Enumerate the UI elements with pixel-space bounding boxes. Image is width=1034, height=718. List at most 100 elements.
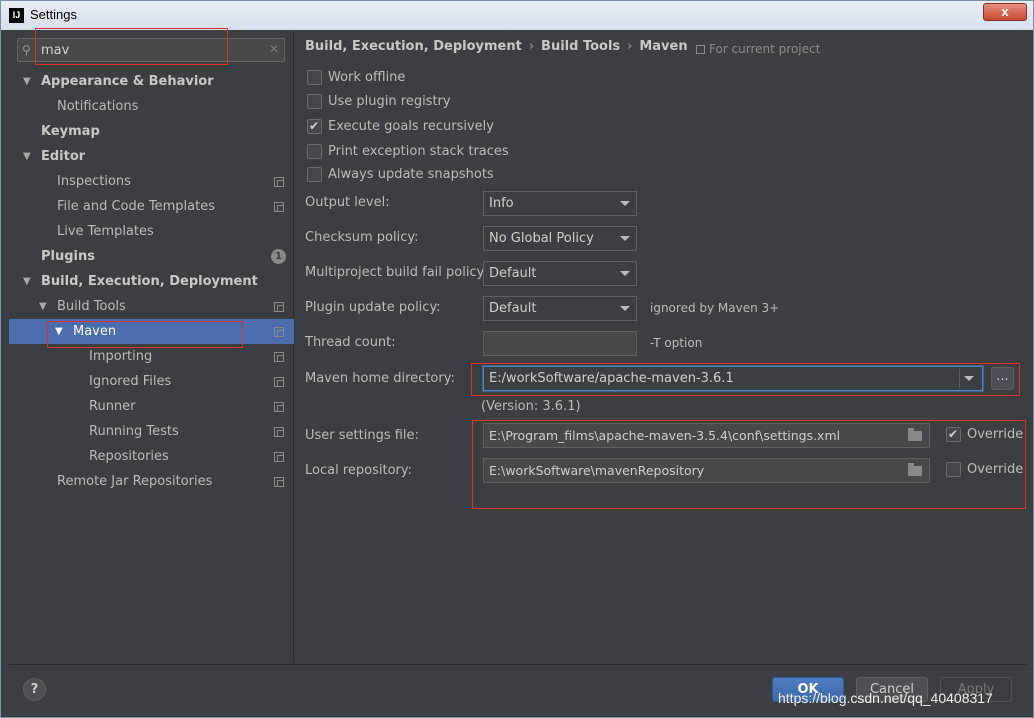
checkbox-icon bbox=[307, 167, 322, 182]
tree-item-runner[interactable]: Runner bbox=[9, 394, 294, 419]
scope-note-text: For current project bbox=[709, 42, 821, 56]
tree-item-editor[interactable]: ▼ Editor bbox=[9, 144, 294, 169]
checkbox-label: Use plugin registry bbox=[328, 94, 451, 109]
output-level-label: Output level: bbox=[305, 195, 390, 210]
tree-item-running-tests[interactable]: Running Tests bbox=[9, 419, 294, 444]
expand-arrow-icon[interactable]: ▼ bbox=[39, 294, 47, 319]
breadcrumb: Build, Execution, Deployment › Build Tools… bbox=[305, 39, 688, 54]
thread-count-hint: -T option bbox=[650, 336, 703, 350]
tree-item-label: Plugins bbox=[41, 249, 95, 264]
user-settings-label: User settings file: bbox=[305, 428, 419, 443]
update-count-badge: 1 bbox=[271, 249, 286, 264]
tree-item-file-and-code-templates[interactable]: File and Code Templates bbox=[9, 194, 294, 219]
checkbox-icon bbox=[307, 118, 322, 134]
tree-item-label: Keymap bbox=[41, 124, 100, 139]
scope-note: For current project bbox=[696, 42, 820, 56]
close-button[interactable]: x bbox=[983, 3, 1027, 21]
chevron-right-icon: › bbox=[528, 39, 535, 54]
checkbox-icon bbox=[307, 70, 322, 85]
intellij-logo-icon: IJ bbox=[9, 8, 24, 23]
window-title: Settings bbox=[30, 7, 77, 22]
settings-sidebar: ⚲ mav ✕ ▼ Appearance & Behavior Notificati… bbox=[9, 28, 294, 663]
chevron-down-icon bbox=[620, 271, 630, 276]
plugin-update-hint: ignored by Maven 3+ bbox=[650, 301, 780, 315]
chevron-down-icon bbox=[620, 306, 630, 311]
multiproject-fail-label: Multiproject build fail policy: bbox=[305, 265, 488, 280]
checksum-policy-value: No Global Policy bbox=[489, 231, 594, 246]
output-level-value: Info bbox=[489, 196, 514, 211]
expand-arrow-icon[interactable]: ▼ bbox=[23, 269, 31, 294]
project-settings-icon bbox=[274, 177, 284, 187]
checkbox-label: Print exception stack traces bbox=[328, 144, 509, 159]
expand-arrow-icon[interactable]: ▼ bbox=[23, 69, 31, 94]
maven-home-highlight-box bbox=[471, 363, 1020, 396]
project-settings-icon bbox=[274, 452, 284, 462]
plugin-update-label: Plugin update policy: bbox=[305, 300, 441, 315]
tree-item-label: Build, Execution, Deployment bbox=[41, 274, 258, 289]
checkbox-label: Execute goals recursively bbox=[328, 119, 494, 134]
breadcrumb-item[interactable]: Build, Execution, Deployment bbox=[305, 39, 522, 54]
tree-item-label: Ignored Files bbox=[89, 374, 172, 389]
tree-item-label: Remote Jar Repositories bbox=[57, 474, 213, 489]
tree-item-label: Editor bbox=[41, 149, 86, 164]
maven-home-label: Maven home directory: bbox=[305, 371, 455, 386]
project-settings-icon bbox=[274, 377, 284, 387]
project-settings-icon bbox=[274, 477, 284, 487]
plugin-update-select[interactable]: Default bbox=[483, 296, 637, 321]
tree-item-label: Repositories bbox=[89, 449, 169, 464]
breadcrumb-item: Maven bbox=[639, 39, 688, 54]
help-button[interactable]: ? bbox=[23, 678, 46, 701]
tree-item-ignored-files[interactable]: Ignored Files bbox=[9, 369, 294, 394]
tree-item-inspections[interactable]: Inspections bbox=[9, 169, 294, 194]
checkbox-label: Work offline bbox=[328, 70, 406, 85]
multiproject-fail-select[interactable]: Default bbox=[483, 261, 637, 286]
checkbox-icon bbox=[307, 144, 322, 159]
checksum-policy-select[interactable]: No Global Policy bbox=[483, 226, 637, 251]
checkbox-label: Always update snapshots bbox=[328, 167, 494, 182]
tree-item-build-execution-deployment[interactable]: ▼ Build, Execution, Deployment bbox=[9, 269, 294, 294]
tree-item-repositories[interactable]: Repositories bbox=[9, 444, 294, 469]
chevron-right-icon: › bbox=[627, 39, 633, 54]
search-icon: ⚲ bbox=[22, 43, 31, 57]
project-scope-icon bbox=[696, 45, 705, 54]
tree-item-keymap[interactable]: Keymap bbox=[9, 119, 294, 144]
tree-item-live-templates[interactable]: Live Templates bbox=[9, 219, 294, 244]
checkbox-icon bbox=[307, 94, 322, 109]
tree-item-label: Notifications bbox=[57, 99, 139, 114]
tree-item-plugins[interactable]: Plugins 1 bbox=[9, 244, 294, 269]
title-bar: IJ Settings x bbox=[1, 1, 1033, 30]
repository-highlight-box bbox=[472, 420, 1026, 509]
output-level-select[interactable]: Info bbox=[483, 191, 637, 216]
thread-count-input[interactable] bbox=[483, 331, 637, 356]
plugin-update-value: Default bbox=[489, 301, 537, 316]
tree-item-appearance-behavior[interactable]: ▼ Appearance & Behavior bbox=[9, 69, 294, 94]
tree-item-notifications[interactable]: Notifications bbox=[9, 94, 294, 119]
project-settings-icon bbox=[274, 402, 284, 412]
tree-item-label: Build Tools bbox=[57, 299, 126, 314]
project-settings-icon bbox=[274, 327, 284, 337]
project-settings-icon bbox=[274, 352, 284, 362]
breadcrumb-item[interactable]: Build Tools bbox=[541, 39, 620, 54]
search-highlight-box bbox=[35, 28, 228, 65]
thread-count-label: Thread count: bbox=[305, 335, 396, 350]
tree-item-label: File and Code Templates bbox=[57, 199, 215, 214]
tree-item-label: Running Tests bbox=[89, 424, 179, 439]
tree-item-label: Live Templates bbox=[57, 224, 154, 239]
tree-item-remote-jar-repositories[interactable]: Remote Jar Repositories bbox=[9, 469, 294, 494]
expand-arrow-icon[interactable]: ▼ bbox=[23, 144, 31, 169]
project-settings-icon bbox=[274, 427, 284, 437]
tree-item-label: Appearance & Behavior bbox=[41, 74, 214, 89]
project-settings-icon bbox=[274, 302, 284, 312]
chevron-down-icon bbox=[620, 201, 630, 206]
multiproject-fail-value: Default bbox=[489, 266, 537, 281]
project-settings-icon bbox=[274, 202, 284, 212]
chevron-down-icon bbox=[620, 236, 630, 241]
local-repo-label: Local repository: bbox=[305, 463, 412, 478]
settings-window: IJ Settings x ⚲ mav ✕ ▼ Appearance & Beha… bbox=[0, 0, 1034, 718]
tree-item-build-tools[interactable]: ▼ Build Tools bbox=[9, 294, 294, 319]
maven-version-text: (Version: 3.6.1) bbox=[481, 399, 581, 414]
watermark: https://blog.csdn.net/qq_40408317 bbox=[778, 690, 993, 706]
clear-search-icon[interactable]: ✕ bbox=[269, 42, 279, 56]
checksum-policy-label: Checksum policy: bbox=[305, 230, 419, 245]
maven-highlight-box bbox=[47, 321, 243, 348]
